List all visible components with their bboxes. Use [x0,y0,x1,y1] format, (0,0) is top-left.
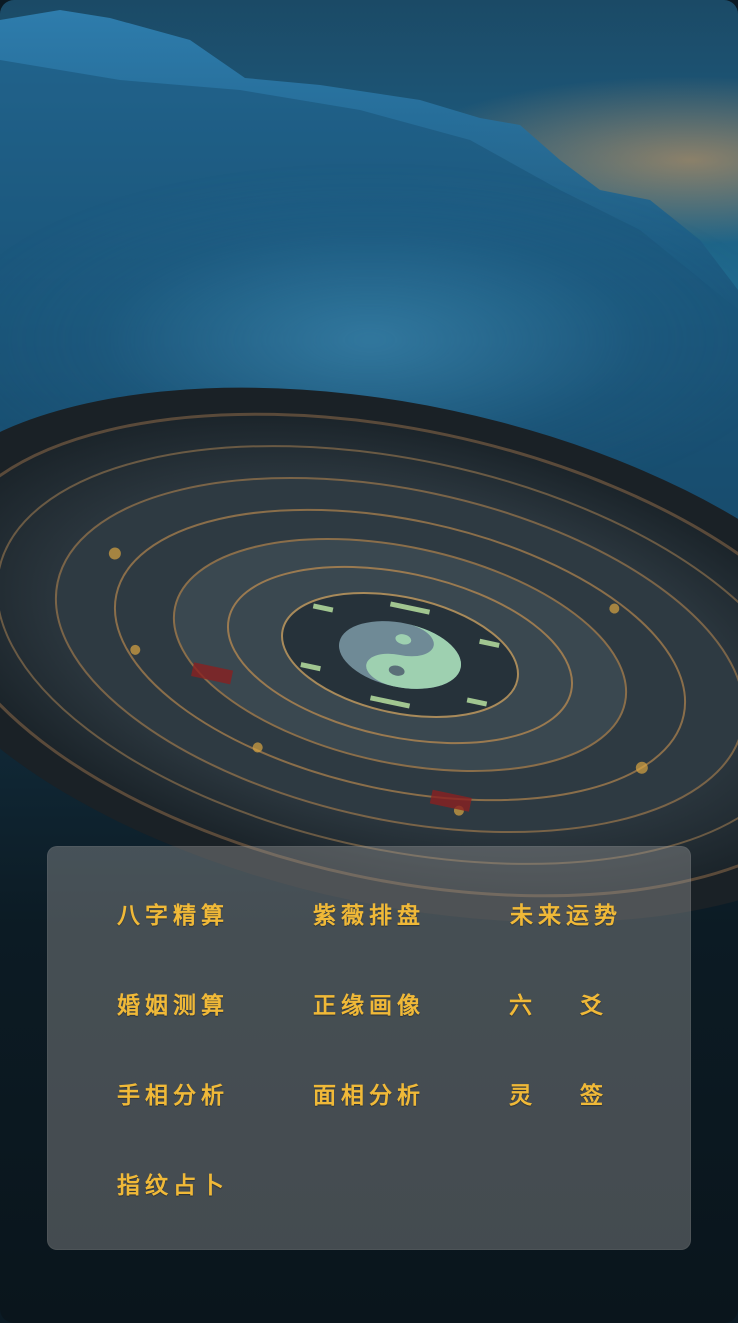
menu-item-fingerprint[interactable]: 指纹占卜 [83,1159,263,1207]
menu-item-marriage[interactable]: 婚姻测算 [83,979,263,1027]
menu-item-liuyao[interactable]: 六 爻 [476,979,656,1027]
menu-item-soulmate-portrait[interactable]: 正缘画像 [279,979,459,1027]
menu-panel: 八字精算 紫薇排盘 未来运势 婚姻测算 正缘画像 六 爻 手相分析 面相分析 灵… [47,846,691,1250]
menu-item-lingqian[interactable]: 灵 签 [476,1069,656,1117]
app-screen: 八字精算 紫薇排盘 未来运势 婚姻测算 正缘画像 六 爻 手相分析 面相分析 灵… [0,0,738,1323]
menu-item-ziwei[interactable]: 紫薇排盘 [279,889,459,937]
menu-item-face-reading[interactable]: 面相分析 [279,1069,459,1117]
menu-item-bazi[interactable]: 八字精算 [83,889,263,937]
menu-item-future-fortune[interactable]: 未来运势 [476,889,656,937]
menu-item-palmistry[interactable]: 手相分析 [83,1069,263,1117]
